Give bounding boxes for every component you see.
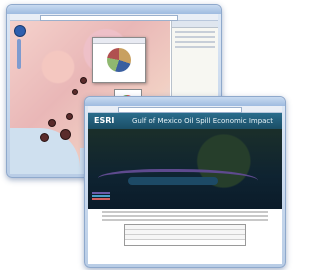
map-marker[interactable]: [48, 119, 56, 127]
legend-swatch: [92, 198, 110, 200]
info-text-line: [102, 211, 268, 213]
zoom-slider-icon[interactable]: [14, 25, 26, 37]
chart-popup[interactable]: [92, 37, 146, 83]
pie-chart-icon: [107, 48, 131, 72]
app-viewport: ESRI Gulf of Mexico Oil Spill Economic I…: [88, 113, 282, 264]
legend-swatch: [92, 192, 110, 194]
info-panel: [88, 209, 282, 264]
map-marker[interactable]: [40, 133, 49, 142]
map-legend: [92, 191, 110, 205]
window-titlebar: [7, 5, 221, 14]
water-body: [128, 177, 218, 185]
panel-text-line: [175, 46, 215, 48]
browser-toolbar: [10, 14, 218, 21]
zoom-track[interactable]: [17, 39, 21, 69]
map-marker[interactable]: [66, 113, 73, 120]
window-titlebar: [85, 97, 285, 106]
panel-text-line: [175, 41, 215, 43]
map-marker[interactable]: [60, 129, 71, 140]
popup-header: [93, 38, 145, 44]
browser-toolbar: [88, 106, 282, 113]
app-title: Gulf of Mexico Oil Spill Economic Impact: [132, 117, 274, 125]
map-marker[interactable]: [72, 89, 78, 95]
legend-swatch: [92, 195, 110, 197]
panel-header: [172, 21, 218, 28]
zoom-slider[interactable]: [14, 25, 26, 71]
info-text-line: [102, 215, 268, 217]
dark-map-area[interactable]: [88, 129, 282, 209]
map-marker[interactable]: [80, 77, 87, 84]
table-row: [125, 235, 245, 240]
panel-text-line: [175, 31, 215, 33]
front-browser-window: ESRI Gulf of Mexico Oil Spill Economic I…: [84, 96, 286, 268]
app-banner: ESRI Gulf of Mexico Oil Spill Economic I…: [88, 113, 282, 129]
esri-logo: ESRI: [94, 116, 115, 125]
info-text-line: [102, 219, 268, 221]
data-table: [124, 224, 246, 246]
panel-text-line: [175, 36, 215, 38]
